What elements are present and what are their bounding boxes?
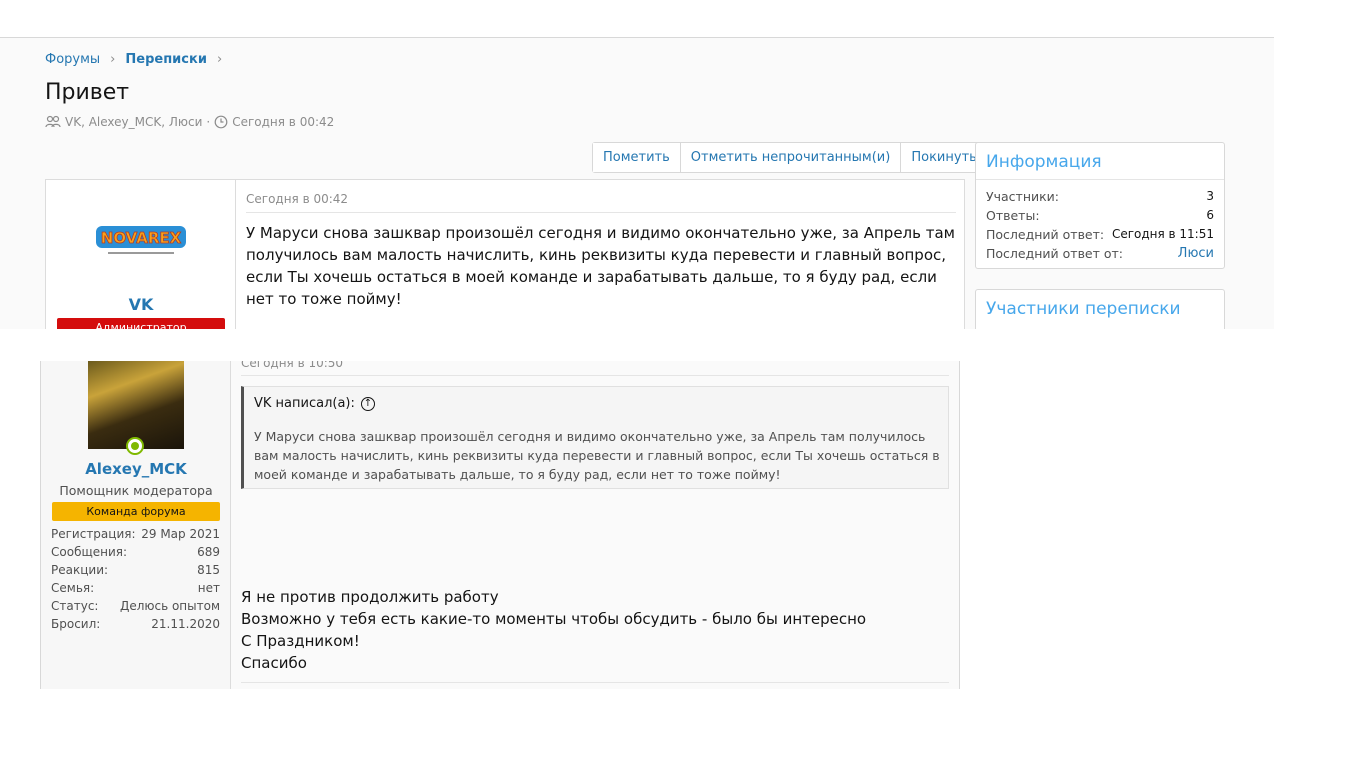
info-row-participants: Участники: 3 — [986, 187, 1214, 206]
info-list: Участники: 3 Ответы: 6 Последний ответ: … — [986, 187, 1214, 263]
info-block-title: Информация — [986, 152, 1102, 172]
quote-header: VK написал(а): ↑ — [254, 396, 375, 411]
breadcrumb-forums-link[interactable]: Форумы — [45, 52, 100, 67]
stat-value: 21.11.2020 — [151, 617, 220, 631]
divider — [976, 179, 1224, 180]
user-role-banner: Команда форума — [52, 502, 220, 521]
clock-icon — [214, 115, 228, 129]
stat-label: Семья: — [51, 581, 95, 595]
leave-button[interactable]: Покинуть — [901, 143, 987, 172]
message-post-reply: Alexey_MCK Помощник модератора Команда ф… — [40, 361, 960, 689]
stat-value: 815 — [197, 563, 220, 577]
stat-value: нет — [197, 581, 220, 595]
stat-row-quit: Бросил: 21.11.2020 — [51, 615, 220, 633]
info-row-last-reply: Последний ответ: Сегодня в 11:51 — [986, 225, 1214, 244]
participants-block: Участники переписки — [975, 289, 1225, 329]
stat-value: Делюсь опытом — [119, 599, 220, 613]
user-stats: Регистрация: 29 Мар 2021 Сообщения: 689 … — [51, 525, 220, 633]
info-block: Информация Участники: 3 Ответы: 6 Послед… — [975, 142, 1225, 269]
divider — [241, 682, 949, 683]
info-label: Последний ответ: — [986, 227, 1105, 242]
message-line: Я не против продолжить работу — [241, 588, 499, 606]
users-icon — [45, 115, 61, 128]
message-date[interactable]: Сегодня в 00:42 — [246, 192, 348, 206]
user-avatar[interactable] — [88, 361, 184, 449]
participants-list[interactable]: VK, Alexey_MCK, Люси — [65, 115, 202, 129]
message-body: У Маруси снова зашквар произошёл сегодня… — [246, 224, 955, 308]
online-status-icon — [126, 437, 144, 455]
stat-label: Регистрация: — [51, 527, 136, 541]
message-line: С Праздником! — [241, 632, 360, 650]
info-label: Ответы: — [986, 208, 1040, 223]
meta-separator: · — [206, 115, 211, 129]
breadcrumb: Форумы › Переписки › — [45, 52, 226, 67]
breadcrumb-separator-icon: › — [216, 52, 223, 67]
stat-label: Бросил: — [51, 617, 101, 631]
stat-row-messages: Сообщения: 689 — [51, 543, 220, 561]
conversation-header-panel: Форумы › Переписки › Привет VK, Alexey_M… — [0, 37, 1274, 329]
message-line: Возможно у тебя есть какие-то моменты чт… — [241, 610, 867, 628]
message-body: Я не против продолжить работу Возможно у… — [241, 586, 941, 674]
stat-label: Статус: — [51, 599, 99, 613]
stat-row-registration: Регистрация: 29 Мар 2021 — [51, 525, 220, 543]
user-role-banner: Администратор — [57, 318, 225, 329]
divider — [241, 375, 949, 376]
stat-value: 29 Мар 2021 — [141, 527, 220, 541]
message-user-cell: Alexey_MCK Помощник модератора Команда ф… — [41, 361, 231, 689]
stat-row-family: Семья: нет — [51, 579, 220, 597]
breadcrumb-conversations-link[interactable]: Переписки — [125, 52, 207, 67]
message-user-cell: NOVAREX VK Администратор — [46, 180, 236, 329]
info-value: Сегодня в 11:51 — [1111, 227, 1214, 241]
arrow-up-circle-icon[interactable]: ↑ — [360, 396, 375, 411]
stat-value: 689 — [197, 545, 220, 559]
info-row-last-reply-from: Последний ответ от: Люси — [986, 244, 1214, 263]
conversation-actions: Пометить Отметить непрочитанным(и) Покин… — [592, 142, 988, 173]
svg-text:NOVAREX: NOVAREX — [101, 229, 182, 247]
mark-unread-button[interactable]: Отметить непрочитанным(и) — [680, 143, 902, 172]
info-label: Участники: — [986, 189, 1059, 204]
info-value: 3 — [1206, 189, 1214, 203]
info-row-replies: Ответы: 6 — [986, 206, 1214, 225]
mark-button[interactable]: Пометить — [593, 143, 681, 172]
message-line: Спасибо — [241, 654, 307, 672]
breadcrumb-separator-icon: › — [110, 52, 116, 67]
last-reply-user-link[interactable]: Люси — [1178, 244, 1214, 263]
quote-author: VK написал(а): — [254, 396, 355, 411]
user-avatar-logo[interactable]: NOVAREX — [94, 220, 188, 260]
page-title: Привет — [45, 80, 130, 105]
message-date[interactable]: Сегодня в 10:50 — [241, 361, 343, 370]
stat-label: Реакции: — [51, 563, 109, 577]
username-link[interactable]: VK — [46, 295, 236, 314]
conversation-start-time: Сегодня в 00:42 — [232, 115, 335, 129]
divider — [246, 212, 956, 213]
participants-block-title: Участники переписки — [986, 299, 1181, 319]
username-link[interactable]: Alexey_MCK — [41, 460, 231, 478]
info-value: 6 — [1206, 208, 1214, 222]
user-title: Помощник модератора — [59, 483, 213, 498]
quote-text: У Маруси снова зашквар произошёл сегодня… — [254, 429, 940, 482]
stat-row-reactions: Реакции: 815 — [51, 561, 220, 579]
conversation-meta: VK, Alexey_MCK, Люси · Сегодня в 00:42 — [45, 115, 334, 129]
info-label: Последний ответ от: — [986, 246, 1124, 261]
quote-block: VK написал(а): ↑ У Маруси снова зашквар … — [241, 386, 949, 489]
message-post: NOVAREX VK Администратор Сегодня в 00:42… — [45, 179, 965, 329]
stat-label: Сообщения: — [51, 545, 128, 559]
stat-row-status: Статус: Делюсь опытом — [51, 597, 220, 615]
